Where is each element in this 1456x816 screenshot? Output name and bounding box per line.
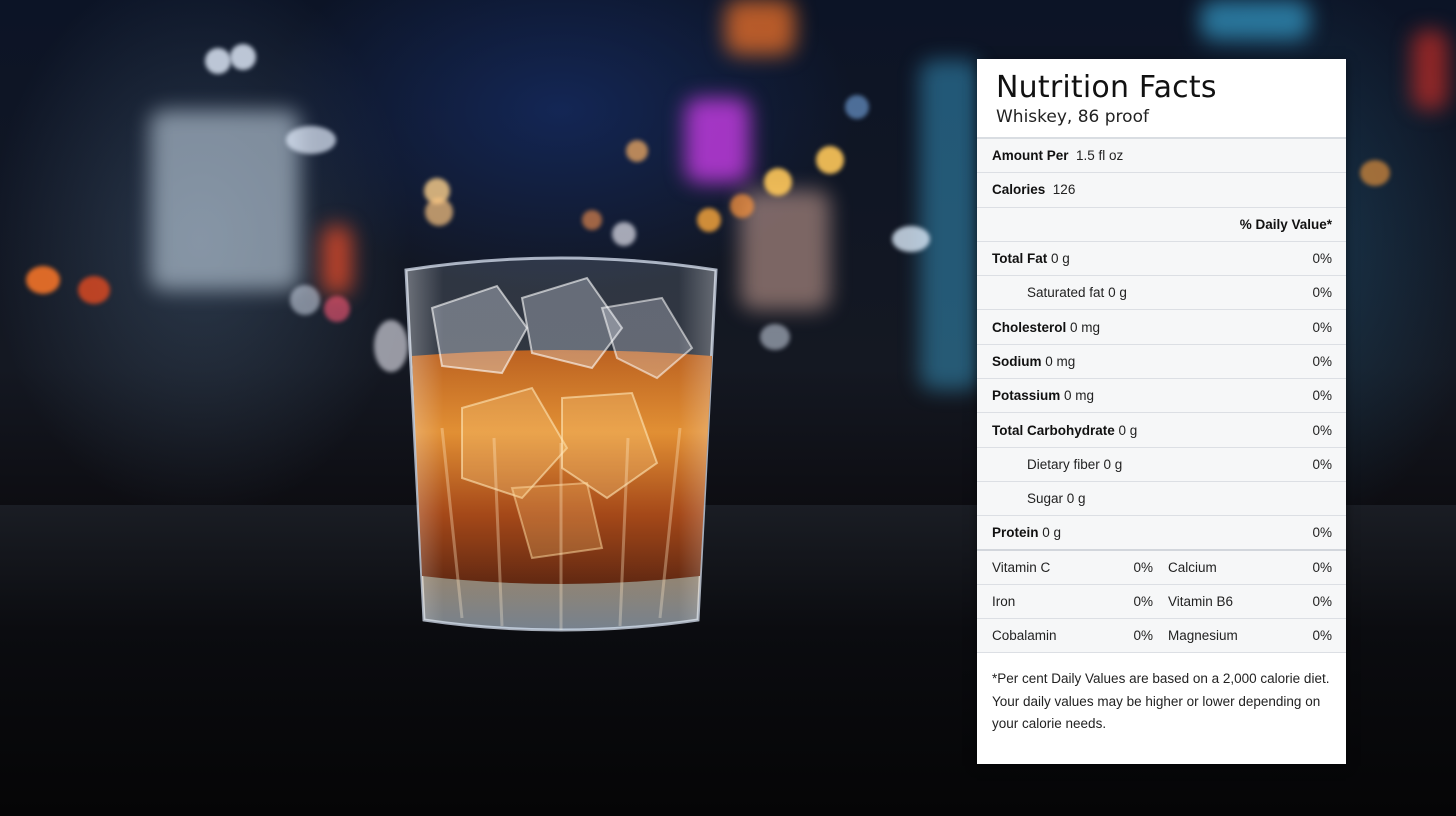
bokeh-light [230, 44, 256, 70]
nutrient-amount: 0 g [1066, 491, 1086, 507]
nutrient-label: Cholesterol [992, 319, 1067, 335]
nutrient-label: Sodium [992, 353, 1042, 369]
bokeh-light [760, 324, 790, 350]
bokeh-light [286, 126, 336, 154]
nutrient-amount: 0 g [1103, 456, 1123, 472]
nutrient-label: Potassium [992, 388, 1061, 404]
neon-sign-far-right [1412, 30, 1448, 110]
nutrient-label: Saturated fat [1027, 285, 1105, 301]
vitamin-label: Vitamin C [992, 559, 1051, 575]
nutrient-label: Total Carbohydrate [992, 422, 1115, 438]
bokeh-light [730, 194, 754, 218]
neon-sign-left [150, 110, 300, 290]
nutrient-amount: 0 mg [1045, 353, 1076, 369]
nutrient-amount: 0 g [1042, 524, 1062, 540]
nutrition-footnote: *Per cent Daily Values are based on a 2,… [977, 653, 1346, 736]
nutrient-label: Protein [992, 524, 1039, 540]
nutrient-percent: 0% [1312, 388, 1332, 404]
nutrient-percent: 0% [1312, 353, 1332, 369]
nutrient-amount: 0 mg [1064, 388, 1095, 404]
amount-per-value: 1.5 fl oz [1076, 148, 1124, 164]
bokeh-light [1360, 160, 1390, 186]
bokeh-light [612, 222, 636, 246]
nutrient-amount: 0 g [1108, 285, 1127, 301]
vitamin-label: Iron [992, 594, 1016, 609]
nutrient-amount: 0 g [1118, 422, 1138, 438]
calories-row: Calories 126 [977, 173, 1346, 208]
nutrient-row-dietary-fiber: Dietary fiber 0 g 0% [977, 447, 1346, 482]
vitamin-row: Vitamin C 0% Calcium 0% [977, 550, 1346, 585]
nutrient-percent: 0% [1312, 456, 1332, 472]
nutrient-row-saturated-fat: Saturated fat 0 g 0% [977, 276, 1346, 311]
amount-per-label: Amount Per [992, 148, 1069, 164]
bokeh-light [626, 140, 648, 162]
bokeh-light [582, 210, 602, 230]
nutrient-percent: 0% [1312, 319, 1332, 335]
vitamin-percent: 0% [1312, 594, 1332, 609]
bokeh-light [816, 146, 844, 174]
bokeh-light [290, 285, 320, 315]
nutrition-title: Nutrition Facts [996, 70, 1217, 105]
vitamin-percent: 0% [1133, 594, 1153, 609]
nutrient-row-total-carbohydrate: Total Carbohydrate 0 g 0% [977, 413, 1346, 448]
bokeh-light [845, 95, 869, 119]
nutrient-percent: 0% [1312, 422, 1332, 438]
neon-sign-red [322, 225, 352, 295]
neon-sign-orange-top [725, 0, 795, 55]
neon-sign-top-right [1200, 0, 1310, 40]
nutrient-row-cholesterol: Cholesterol 0 mg 0% [977, 310, 1346, 345]
amount-per-row: Amount Per 1.5 fl oz [977, 139, 1346, 174]
nutrient-percent: 0% [1312, 285, 1332, 301]
vitamin-row: Iron 0% Vitamin B6 0% [977, 584, 1346, 620]
nutrient-label: Sugar [1027, 491, 1064, 507]
whiskey-glass-illustration [404, 256, 718, 632]
bokeh-light [26, 266, 60, 294]
calories-label: Calories [992, 182, 1046, 198]
nutrient-percent: 0% [1312, 524, 1332, 540]
nutrient-row-total-fat: Total Fat 0 g 0% [977, 241, 1346, 277]
vitamin-label: Calcium [1168, 559, 1217, 575]
calories-value: 126 [1052, 182, 1076, 198]
vitamin-percent: 0% [1133, 628, 1153, 644]
nutrient-amount: 0 mg [1070, 319, 1101, 335]
bokeh-light [425, 198, 453, 226]
bokeh-light [324, 296, 350, 322]
nutrient-row-potassium: Potassium 0 mg 0% [977, 379, 1346, 414]
bokeh-light [78, 276, 110, 304]
daily-value-header-row: % Daily Value* [977, 207, 1346, 242]
nutrient-row-sugar: Sugar 0 g [977, 481, 1346, 517]
bokeh-light [892, 226, 930, 252]
bokeh-light [205, 48, 231, 74]
vitamin-percent: 0% [1312, 628, 1332, 644]
nutrient-percent: 0% [1312, 251, 1332, 267]
bokeh-light [764, 168, 792, 196]
vitamin-label: Cobalamin [992, 628, 1057, 644]
nutrient-label: Dietary fiber [1027, 456, 1100, 472]
nutrient-label: Total Fat [992, 251, 1048, 267]
daily-value-header: % Daily Value* [1239, 216, 1332, 232]
nutrition-header: Nutrition Facts Whiskey, 86 proof [977, 59, 1346, 139]
nutrition-subtitle: Whiskey, 86 proof [996, 107, 1149, 127]
nutrient-row-sodium: Sodium 0 mg 0% [977, 344, 1346, 380]
vitamin-label: Magnesium [1168, 628, 1238, 644]
vitamin-row: Cobalamin 0% Magnesium 0% [977, 619, 1346, 654]
bokeh-light [697, 208, 721, 232]
neon-sign-magenta [685, 98, 750, 183]
vitamin-percent: 0% [1133, 559, 1153, 575]
vitamin-label: Vitamin B6 [1168, 594, 1234, 609]
nutrient-amount: 0 g [1051, 251, 1070, 267]
nutrition-facts-card: Nutrition Facts Whiskey, 86 proof Amount… [977, 59, 1346, 764]
neon-sign-cyan [920, 60, 980, 390]
nutrient-row-protein: Protein 0 g 0% [977, 516, 1346, 551]
vitamin-percent: 0% [1312, 559, 1332, 575]
